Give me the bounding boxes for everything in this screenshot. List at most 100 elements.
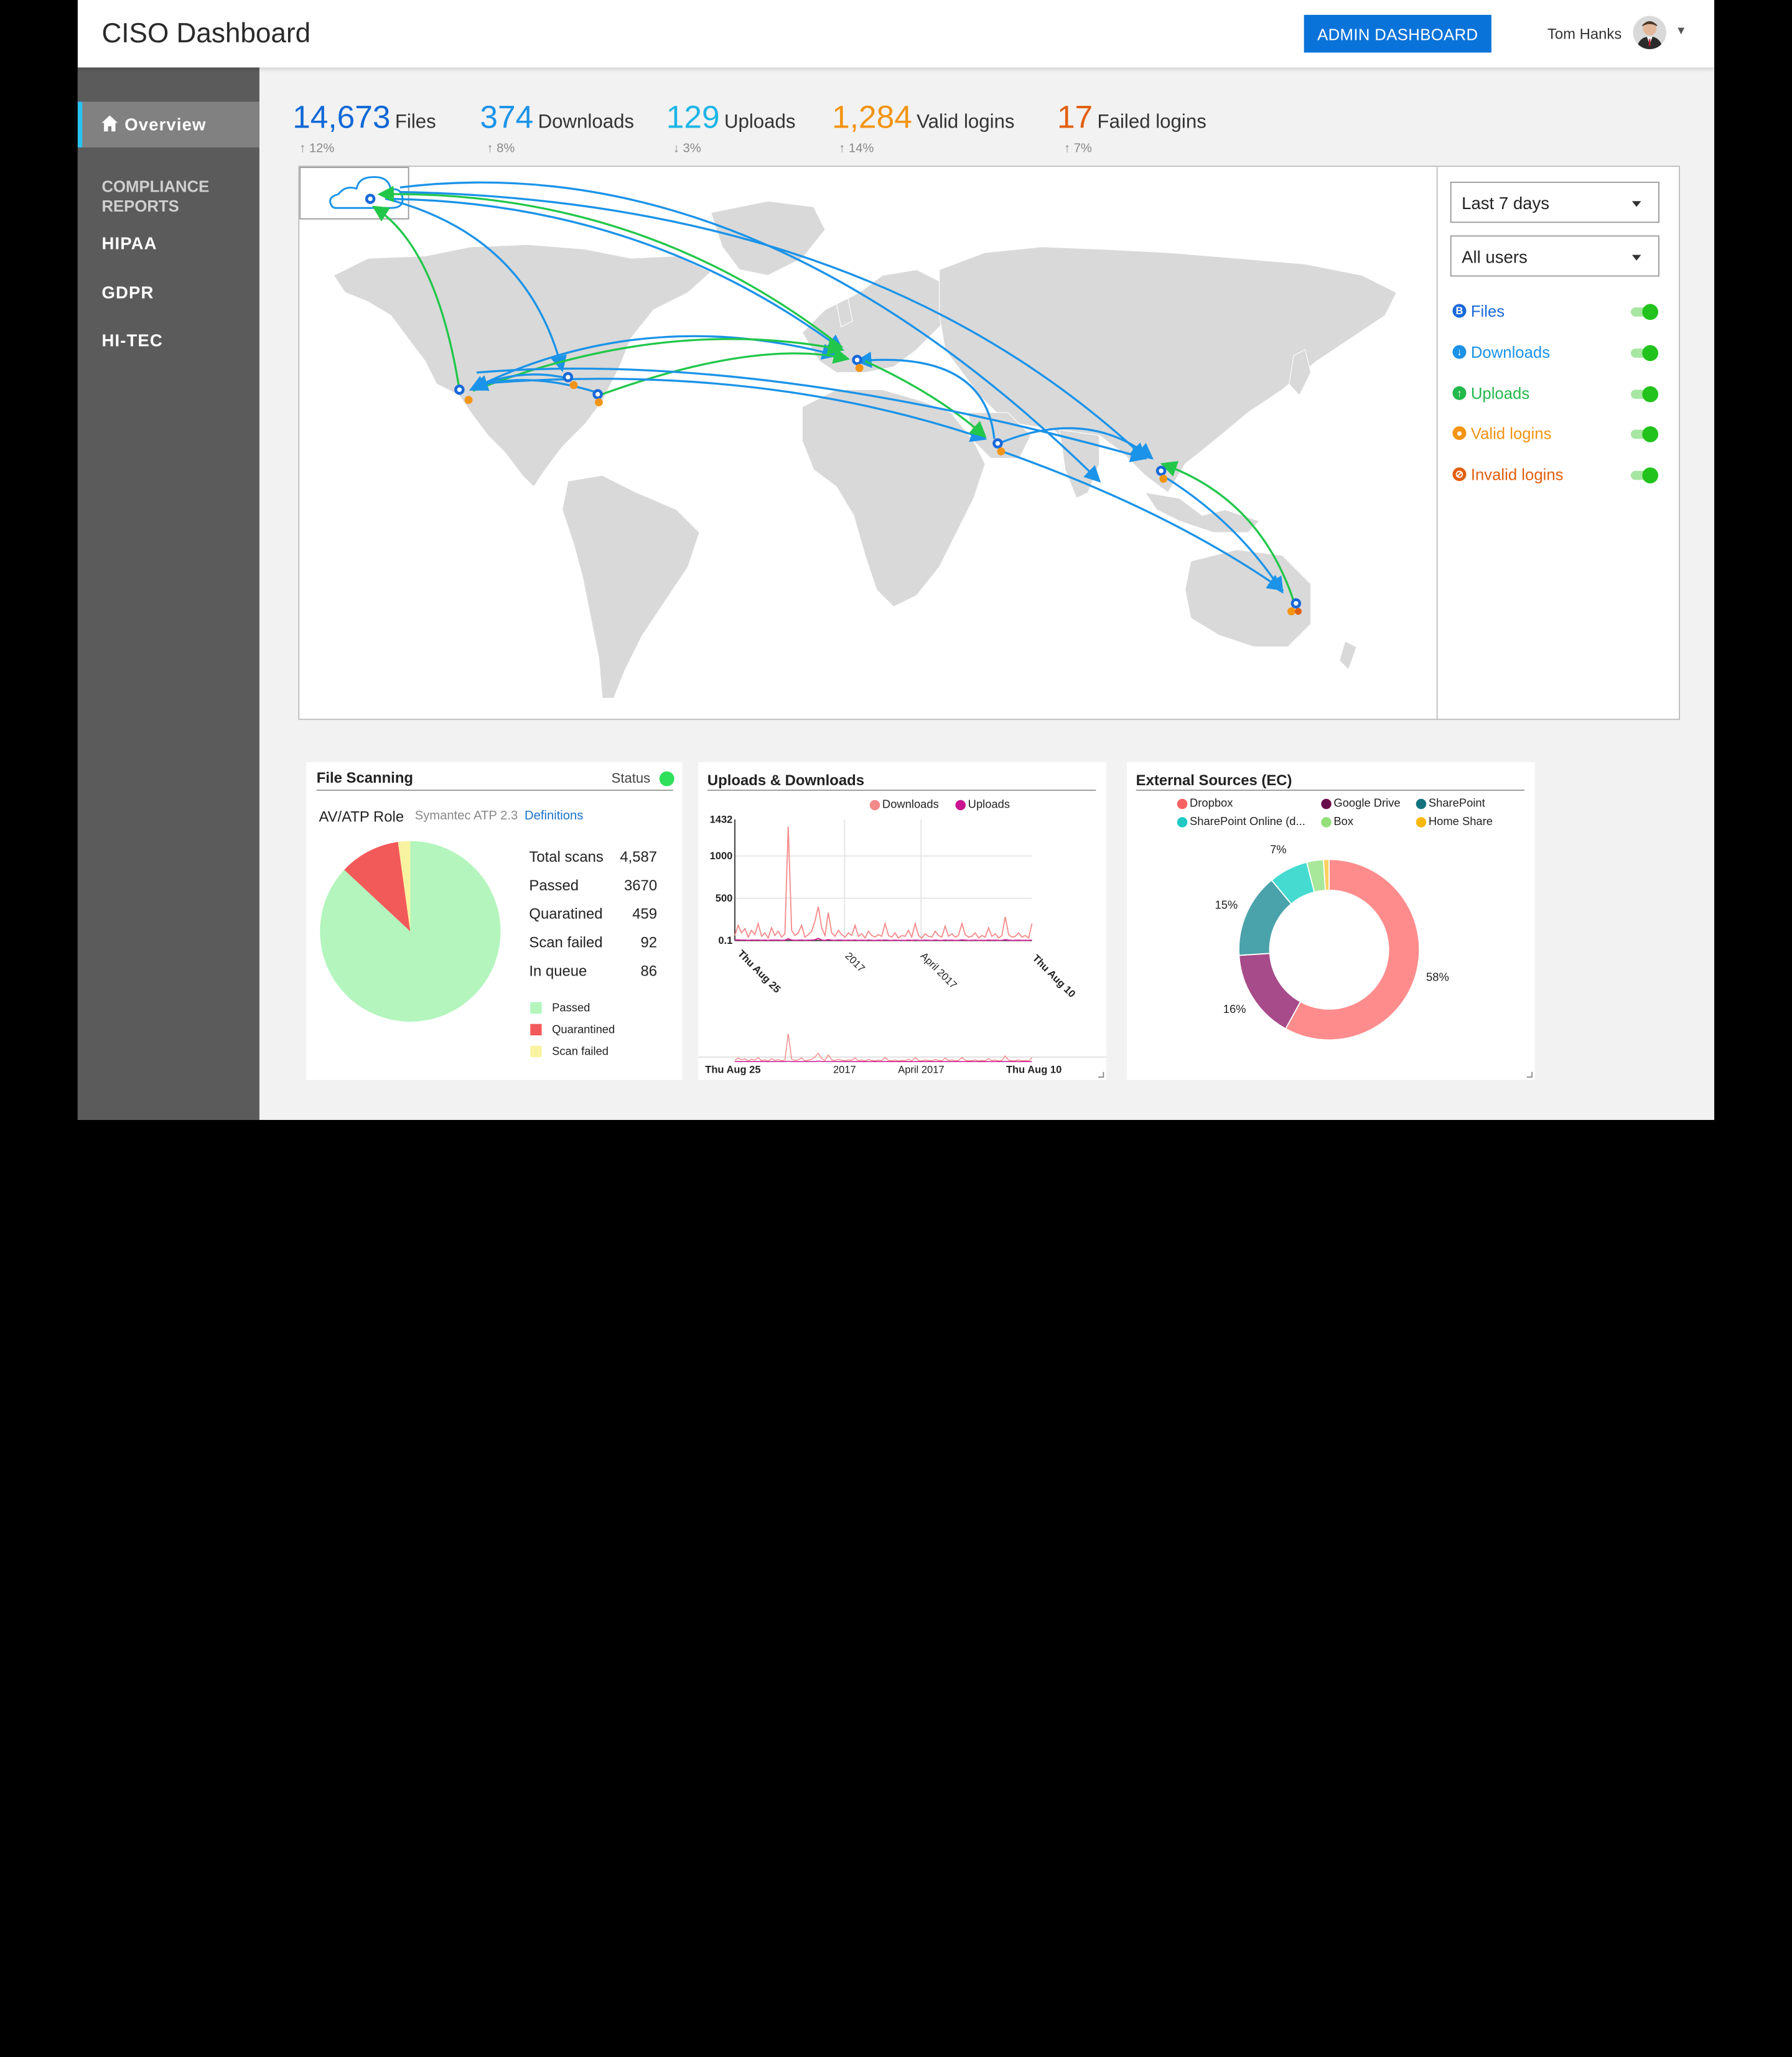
- user-name[interactable]: Tom Hanks: [1547, 25, 1622, 42]
- layer-valid-logins[interactable]: ● Valid logins: [1452, 423, 1659, 446]
- card-title: External Sources (EC): [1136, 771, 1292, 789]
- layer-toggle[interactable]: [1630, 426, 1659, 442]
- layer-files[interactable]: B Files: [1452, 301, 1659, 324]
- layer-label: Downloads: [1470, 343, 1551, 361]
- kpi-change: ↑ 14%: [839, 142, 874, 156]
- layer-toggle[interactable]: [1630, 386, 1659, 403]
- definitions-link[interactable]: Definitions: [525, 809, 583, 823]
- sidebar-item-label: GDPR: [101, 283, 154, 303]
- status-indicator: [659, 771, 674, 786]
- caret-down-icon: [1631, 201, 1641, 207]
- new-zealand: [1338, 640, 1357, 671]
- sidebar-item-overview[interactable]: Overview: [77, 101, 259, 147]
- users-select[interactable]: All users: [1450, 235, 1659, 277]
- stat-total-scans: Total scans 4,587: [529, 848, 657, 865]
- marker-files-icon: [592, 389, 603, 399]
- x-tick-label: Thu Aug 25: [735, 948, 783, 996]
- marker-user-icon: [569, 381, 578, 389]
- legend-label[interactable]: Google Drive: [1333, 798, 1400, 810]
- external-sources-card: External Sources (EC) Dropbox Google Driv…: [1126, 762, 1535, 1080]
- legend-swatch: [530, 1045, 542, 1057]
- layer-downloads[interactable]: ↓ Downloads: [1452, 342, 1659, 365]
- kpi-files: 14,673 Files ↑ 12%: [292, 99, 436, 161]
- donut-slice[interactable]: [1238, 953, 1302, 1030]
- navigator-tick-label: Thu Aug 25: [705, 1064, 760, 1076]
- sidebar-item-label: HIPAA: [101, 234, 157, 254]
- layer-label: Invalid logins: [1470, 465, 1564, 483]
- south-america: [562, 475, 700, 699]
- kpi-change-value: 8%: [497, 141, 515, 156]
- legend-dot: [1416, 817, 1427, 828]
- layer-uploads[interactable]: ↑ Uploads: [1452, 383, 1659, 406]
- arrow-up-icon: ↑: [299, 141, 306, 156]
- kpi-downloads: 374 Downloads ↑ 8%: [480, 99, 634, 161]
- period-select[interactable]: Last 7 days: [1450, 182, 1659, 223]
- chevron-down-icon[interactable]: ▼: [1676, 25, 1687, 37]
- card-title: Uploads & Downloads: [707, 771, 864, 789]
- uploads-downloads-card: Uploads & Downloads Downloads Uploads 14…: [698, 762, 1106, 1080]
- legend-label[interactable]: SharePoint Online (d...: [1190, 816, 1305, 828]
- legend-label[interactable]: Home Share: [1429, 816, 1493, 828]
- marker-files-icon: [365, 194, 376, 204]
- app-window: CISO Dashboard ADMIN DASHBOARD Tom Hanks…: [77, 0, 1715, 1120]
- legend-label: Scan failed: [552, 1045, 609, 1058]
- series-line-downloads[interactable]: [734, 826, 1033, 940]
- admin-dashboard-button[interactable]: ADMIN DASHBOARD: [1304, 14, 1491, 53]
- marker-user-icon: [464, 396, 473, 404]
- y-tick-label: 1432: [710, 813, 733, 825]
- kpi-value: 129: [666, 99, 720, 135]
- compliance-reports-heading: COMPLIANCE REPORTS: [101, 177, 210, 215]
- stat-label: In queue: [529, 962, 587, 980]
- users-select-value: All users: [1462, 248, 1528, 268]
- kpi-change: ↑ 8%: [487, 142, 515, 156]
- legend-label[interactable]: Dropbox: [1190, 798, 1233, 810]
- role-label: AV/ATP Role: [319, 808, 404, 826]
- user-icon: ●: [1452, 426, 1467, 441]
- home-icon: [101, 115, 118, 132]
- kpi-value: 374: [480, 99, 534, 135]
- arrow-up-icon: ↑: [839, 141, 846, 156]
- sidebar-item-gdpr[interactable]: GDPR: [101, 284, 245, 307]
- legend-label[interactable]: SharePoint: [1429, 798, 1485, 810]
- data-label: 58%: [1426, 971, 1449, 984]
- stat-label: Scan failed: [529, 933, 603, 951]
- stat-passed: Passed 3670: [529, 877, 657, 894]
- sidebar-item-hipaa[interactable]: HIPAA: [101, 235, 245, 258]
- layer-toggle[interactable]: [1630, 304, 1659, 320]
- blocked-icon: ⊘: [1452, 467, 1467, 482]
- layer-toggle[interactable]: [1630, 345, 1659, 361]
- africa: [801, 389, 986, 607]
- status-dot: [235, 336, 245, 347]
- kpi-change-value: 12%: [309, 141, 335, 156]
- avatar[interactable]: [1633, 16, 1666, 49]
- divider: [707, 790, 1096, 791]
- stat-value: 86: [640, 962, 658, 980]
- resize-handle[interactable]: [1526, 1071, 1533, 1078]
- kpi-failed-logins: 17 Failed logins ↑ 7%: [1057, 100, 1206, 161]
- sidebar-item-label: HI-TEC: [101, 331, 163, 351]
- engine-version: Symantec ATP 2.3: [414, 809, 518, 823]
- y-tick-label: 1000: [710, 850, 733, 862]
- period-select-value: Last 7 days: [1462, 194, 1550, 214]
- marker-user-icon: [595, 398, 603, 406]
- layer-toggle[interactable]: [1630, 467, 1659, 483]
- cloud-icon: [329, 176, 404, 209]
- layer-invalid-logins[interactable]: ⊘ Invalid logins: [1452, 464, 1659, 487]
- sidebar-item-hi-tec[interactable]: HI-TEC: [101, 332, 245, 355]
- arc: [598, 347, 851, 397]
- kpi-label: Uploads: [724, 111, 796, 133]
- world-map[interactable]: [299, 167, 1437, 721]
- legend-label[interactable]: Box: [1333, 816, 1353, 828]
- divider: [316, 790, 673, 791]
- map-filter-panel: Last 7 days All users B Files ↓ Download…: [1436, 167, 1680, 721]
- series-line-uploads[interactable]: [734, 938, 1032, 941]
- marker-files-icon: [1155, 465, 1167, 476]
- uploads-downloads-chart[interactable]: 1432 1000 500 0.1 Thu Aug 25 2017 April 2017 T…: [698, 808, 1106, 1080]
- arrow-down-icon: ↓: [673, 141, 679, 156]
- marker-files-icon: [562, 371, 574, 383]
- arrow-up-icon: ↑: [487, 141, 493, 156]
- kpi-label: Files: [394, 111, 436, 133]
- legend-dot: [1177, 817, 1188, 828]
- kpi-value: 14,673: [292, 99, 391, 135]
- resize-handle[interactable]: [1098, 1071, 1104, 1078]
